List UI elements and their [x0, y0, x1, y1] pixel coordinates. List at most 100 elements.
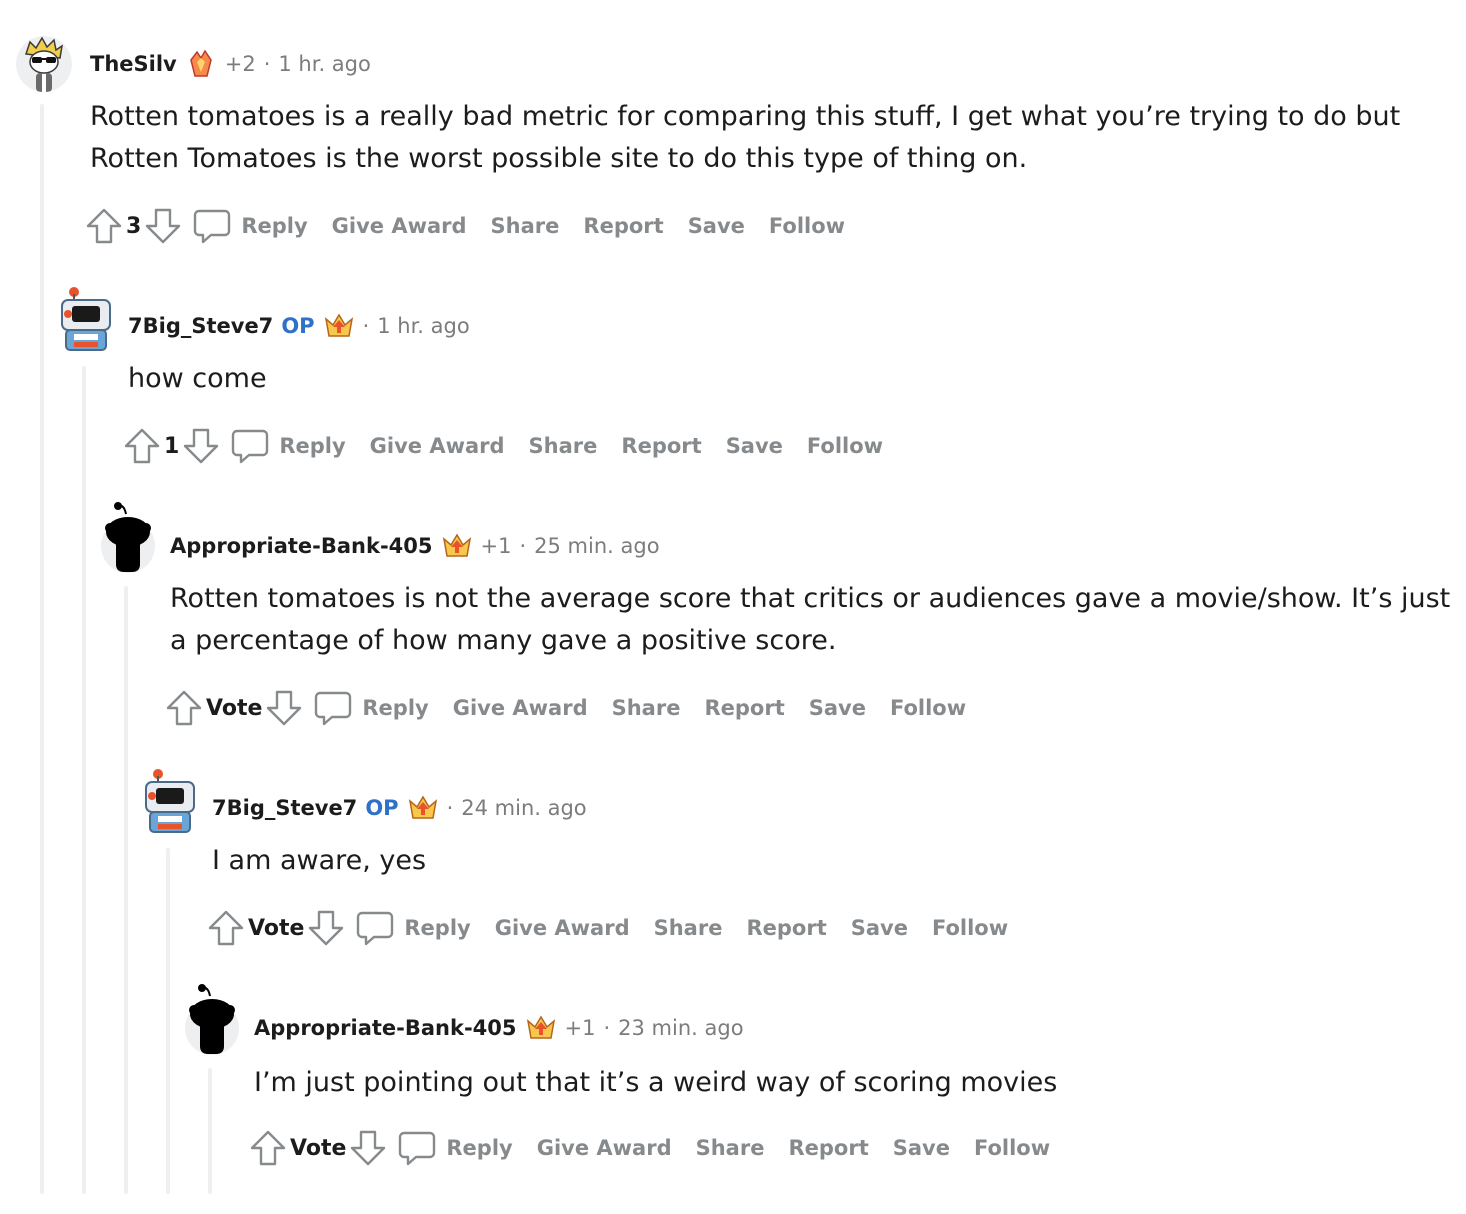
follow-button[interactable]: Follow [769, 214, 845, 238]
downvote-arrow-icon[interactable] [350, 1126, 386, 1170]
username[interactable]: Appropriate-Bank-405 [170, 534, 433, 558]
upvote-arrow-icon[interactable] [124, 424, 160, 468]
follow-button[interactable]: Follow [807, 434, 883, 458]
crown-award-icon [441, 530, 473, 562]
speech-bubble-icon [356, 909, 394, 947]
thread-line-level-3[interactable] [166, 848, 170, 1194]
avatar[interactable] [16, 36, 72, 92]
reply-button[interactable]: Reply [193, 207, 308, 245]
crown-award-icon [525, 1012, 557, 1044]
crystal-award-icon [185, 48, 217, 80]
avatar[interactable] [142, 766, 198, 836]
username[interactable]: Appropriate-Bank-405 [254, 1016, 517, 1040]
upvote-arrow-icon[interactable] [86, 204, 122, 248]
upvote-arrow-icon[interactable] [250, 1126, 286, 1170]
vote-score: 1 [164, 433, 180, 459]
upvote-arrow-icon[interactable] [208, 906, 244, 950]
report-button[interactable]: Report [583, 214, 663, 238]
comment-body: Rotten tomatoes is not the average score… [170, 578, 1450, 662]
thread-line-level-1[interactable] [82, 366, 86, 1194]
snoo-blonde-sunglasses-avatar [16, 36, 72, 92]
save-button[interactable]: Save [688, 214, 745, 238]
speech-bubble-icon [193, 207, 231, 245]
timestamp[interactable]: 23 min. ago [618, 1016, 743, 1040]
give-award-button[interactable]: Give Award [453, 696, 588, 720]
thread-line-level-0[interactable] [40, 104, 44, 1194]
upvote-arrow-icon[interactable] [166, 686, 202, 730]
speech-bubble-icon [231, 427, 269, 465]
comment-actions: Vote Reply Give Award Share Report Save … [166, 686, 990, 730]
save-button[interactable]: Save [809, 696, 866, 720]
crown-award-icon [323, 310, 355, 342]
comment-meta: 7Big_Steve7 OP · 24 min. ago [212, 780, 587, 836]
give-award-button[interactable]: Give Award [332, 214, 467, 238]
report-button[interactable]: Report [788, 1136, 868, 1160]
report-button[interactable]: Report [746, 916, 826, 940]
share-button[interactable]: Share [612, 696, 681, 720]
downvote-arrow-icon[interactable] [145, 204, 181, 248]
username[interactable]: 7Big_Steve7 [128, 314, 273, 338]
comment-meta: 7Big_Steve7 OP · 1 hr. ago [128, 298, 470, 354]
reply-label: Reply [241, 214, 308, 238]
follow-button[interactable]: Follow [932, 916, 1008, 940]
avatar[interactable] [58, 284, 114, 354]
reply-button[interactable]: Reply [231, 427, 346, 465]
username[interactable]: 7Big_Steve7 [212, 796, 357, 820]
reply-button[interactable]: Reply [398, 1129, 513, 1167]
speech-bubble-icon [314, 689, 352, 727]
comment-meta: TheSilv +2 · 1 hr. ago [90, 36, 371, 92]
timestamp[interactable]: 1 hr. ago [377, 314, 469, 338]
save-button[interactable]: Save [726, 434, 783, 458]
give-award-button[interactable]: Give Award [370, 434, 505, 458]
separator-dot: · [446, 796, 454, 820]
comment-text-line: how come [128, 363, 267, 394]
downvote-arrow-icon[interactable] [183, 424, 219, 468]
share-button[interactable]: Share [696, 1136, 765, 1160]
vote-label: Vote [290, 1135, 347, 1161]
comment-actions: 3 Reply Give Award Share Report Save Fol… [86, 204, 869, 248]
save-button[interactable]: Save [893, 1136, 950, 1160]
reply-button[interactable]: Reply [356, 909, 471, 947]
username[interactable]: TheSilv [90, 52, 177, 76]
comment-text-line: Rotten Tomatoes is the worst possible si… [90, 143, 1028, 174]
reply-label: Reply [279, 434, 346, 458]
follow-button[interactable]: Follow [890, 696, 966, 720]
default-snoo-silhouette-avatar [101, 502, 155, 573]
timestamp[interactable]: 1 hr. ago [278, 52, 370, 76]
timestamp[interactable]: 25 min. ago [534, 534, 659, 558]
robot-snoo-avatar [61, 287, 111, 351]
thread-line-level-2[interactable] [124, 586, 128, 1194]
separator-dot: · [362, 314, 370, 338]
downvote-arrow-icon[interactable] [308, 906, 344, 950]
separator-dot: · [603, 1016, 611, 1040]
vote-label: Vote [206, 695, 263, 721]
save-button[interactable]: Save [851, 916, 908, 940]
timestamp[interactable]: 24 min. ago [461, 796, 586, 820]
karma-count: +1 [564, 1016, 596, 1040]
share-button[interactable]: Share [654, 916, 723, 940]
report-button[interactable]: Report [704, 696, 784, 720]
comment-body: I’m just pointing out that it’s a weird … [254, 1062, 1057, 1104]
comment-actions: Vote Reply Give Award Share Report Save … [208, 906, 1032, 950]
avatar[interactable] [184, 980, 240, 1056]
karma-count: +1 [480, 534, 512, 558]
follow-button[interactable]: Follow [974, 1136, 1050, 1160]
comment-meta: Appropriate-Bank-405 +1 · 25 min. ago [170, 518, 660, 574]
op-badge: OP [281, 314, 315, 338]
comment-body: I am aware, yes [212, 840, 426, 882]
comment-text-line: a percentage of how many gave a positive… [170, 625, 837, 656]
speech-bubble-icon [398, 1129, 436, 1167]
downvote-arrow-icon[interactable] [266, 686, 302, 730]
report-button[interactable]: Report [621, 434, 701, 458]
give-award-button[interactable]: Give Award [537, 1136, 672, 1160]
separator-dot: · [263, 52, 271, 76]
share-button[interactable]: Share [491, 214, 560, 238]
robot-snoo-avatar [145, 769, 195, 833]
avatar[interactable] [100, 498, 156, 574]
thread-line-level-4[interactable] [208, 1068, 212, 1194]
crown-award-icon [407, 792, 439, 824]
give-award-button[interactable]: Give Award [495, 916, 630, 940]
reply-button[interactable]: Reply [314, 689, 429, 727]
comment-actions: 1 Reply Give Award Share Report Save Fol… [124, 424, 907, 468]
share-button[interactable]: Share [529, 434, 598, 458]
